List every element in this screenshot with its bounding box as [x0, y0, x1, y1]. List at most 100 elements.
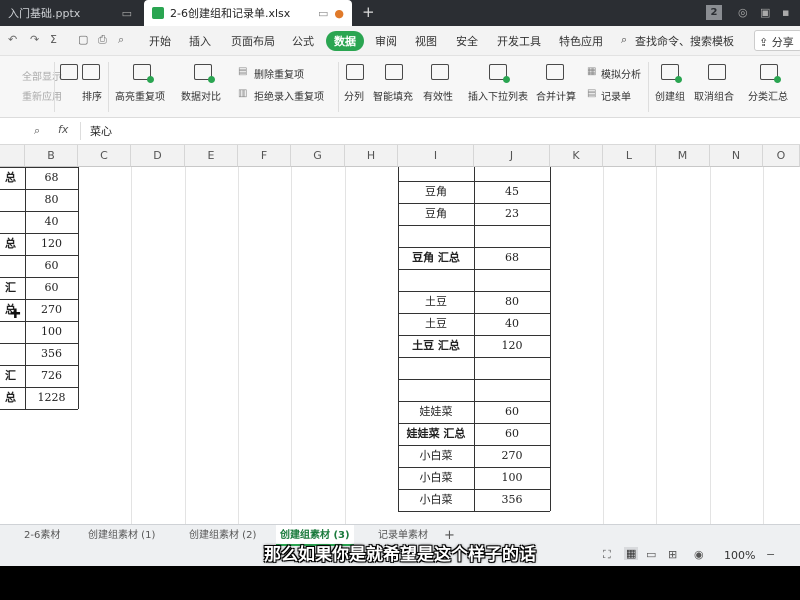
- cell-i[interactable]: 土豆: [398, 313, 474, 335]
- menu-special[interactable]: 特色应用: [559, 33, 603, 49]
- share-button[interactable]: ⇪ 分享: [754, 30, 800, 51]
- spreadsheet-grid[interactable]: B C D E F G H I J K L M N O 总 68 80 40 总 120 6…: [0, 145, 800, 524]
- menu-review[interactable]: 审阅: [375, 33, 397, 49]
- menu-view[interactable]: 视图: [415, 33, 437, 49]
- column-header[interactable]: G: [291, 145, 345, 167]
- menu-security[interactable]: 安全: [456, 33, 478, 49]
- cell-i[interactable]: [398, 357, 474, 379]
- cell-j[interactable]: 68: [474, 247, 550, 269]
- cell-a[interactable]: [0, 211, 16, 233]
- validity-icon[interactable]: [431, 64, 449, 80]
- record-form-button[interactable]: 记录单: [601, 88, 631, 103]
- cell-b[interactable]: 356: [25, 343, 78, 365]
- cell-b[interactable]: 100: [25, 321, 78, 343]
- column-header[interactable]: H: [345, 145, 398, 167]
- ungroup-button[interactable]: 取消组合: [694, 88, 734, 103]
- smart-fill-button[interactable]: 智能填充: [373, 88, 413, 103]
- cell-i[interactable]: 小白菜: [398, 467, 474, 489]
- new-tab-button[interactable]: +: [362, 3, 375, 21]
- consolidate-button[interactable]: 合并计算: [536, 88, 576, 103]
- cell-j[interactable]: 40: [474, 313, 550, 335]
- cell-b[interactable]: 40: [25, 211, 78, 233]
- column-header[interactable]: K: [550, 145, 603, 167]
- cell-j[interactable]: 23: [474, 203, 550, 225]
- menu-dev-tools[interactable]: 开发工具: [497, 33, 541, 49]
- menu-page-layout[interactable]: 页面布局: [231, 33, 275, 49]
- fx-icon[interactable]: fx: [58, 123, 68, 136]
- cell-a[interactable]: 总: [0, 167, 16, 189]
- cell-j[interactable]: 120: [474, 335, 550, 357]
- cell-j[interactable]: 45: [474, 181, 550, 203]
- cell-b[interactable]: 60: [25, 277, 78, 299]
- print-icon[interactable]: ⎙: [98, 33, 107, 47]
- cell-j[interactable]: [474, 159, 550, 181]
- remove-duplicates-button[interactable]: 删除重复项: [254, 66, 304, 81]
- search-icon[interactable]: ⌕: [621, 33, 627, 47]
- cell-b[interactable]: 68: [25, 167, 78, 189]
- cell-j[interactable]: 356: [474, 489, 550, 511]
- column-header-a[interactable]: [0, 145, 25, 167]
- column-header[interactable]: L: [603, 145, 656, 167]
- gift-icon[interactable]: ▣: [760, 6, 770, 19]
- compare-data-button[interactable]: 数据对比: [181, 88, 221, 103]
- window-count-badge[interactable]: 2: [706, 5, 722, 20]
- cell-b[interactable]: 1228: [25, 387, 78, 409]
- consolidate-icon[interactable]: [546, 64, 564, 80]
- highlight-duplicates-button[interactable]: 高亮重复项: [115, 88, 165, 103]
- cell-a[interactable]: [0, 387, 16, 409]
- cell-j[interactable]: [474, 269, 550, 291]
- cell-i[interactable]: 娃娃菜: [398, 401, 474, 423]
- validity-button[interactable]: 有效性: [423, 88, 453, 103]
- undo-icon[interactable]: ↶: [8, 33, 17, 46]
- unsaved-dot-icon[interactable]: ●: [334, 7, 344, 20]
- cell-b[interactable]: 726: [25, 365, 78, 387]
- insert-dropdown-icon[interactable]: [489, 64, 510, 83]
- cell-i[interactable]: [398, 269, 474, 291]
- sort-az-icon[interactable]: [82, 64, 100, 80]
- cell-j[interactable]: 60: [474, 423, 550, 445]
- cell-b[interactable]: 270: [25, 299, 78, 321]
- subtotal-button[interactable]: 分类汇总: [748, 88, 788, 103]
- sort-button[interactable]: 排序: [82, 88, 102, 103]
- cell-a[interactable]: 汇总: [0, 365, 16, 404]
- reject-duplicates-button[interactable]: 拒绝录入重复项: [254, 88, 324, 103]
- doc-tab-xlsx[interactable]: 2-6创建组和记录单.xlsx ▭ ●: [144, 0, 352, 26]
- skin-icon[interactable]: ◎: [738, 6, 748, 19]
- menu-data[interactable]: 数据: [326, 31, 364, 51]
- format-painter-icon[interactable]: ▢: [78, 33, 88, 46]
- cell-i[interactable]: 豆角 汇总: [398, 247, 474, 269]
- cell-b[interactable]: 120: [25, 233, 78, 255]
- cell-i[interactable]: 豆角: [398, 181, 474, 203]
- zoom-formula-icon[interactable]: ⌕: [34, 124, 40, 138]
- cell-j[interactable]: 60: [474, 401, 550, 423]
- column-header[interactable]: N: [710, 145, 763, 167]
- cell-j[interactable]: [474, 379, 550, 401]
- column-header[interactable]: O: [763, 145, 800, 167]
- cell-a[interactable]: 总: [0, 233, 16, 255]
- cell-j[interactable]: 270: [474, 445, 550, 467]
- reapply-button[interactable]: 重新应用: [22, 88, 62, 103]
- cell-b[interactable]: 80: [25, 189, 78, 211]
- cell-i[interactable]: [398, 159, 474, 181]
- subtotal-icon[interactable]: [760, 64, 781, 83]
- cell-i[interactable]: 土豆 汇总: [398, 335, 474, 357]
- monitor-icon[interactable]: ▭: [122, 7, 132, 20]
- cell-i[interactable]: [398, 379, 474, 401]
- menu-formula[interactable]: 公式: [292, 33, 314, 49]
- column-header[interactable]: D: [131, 145, 185, 167]
- cell-i[interactable]: 小白菜: [398, 445, 474, 467]
- cell-j[interactable]: [474, 225, 550, 247]
- cell-i[interactable]: 小白菜: [398, 489, 474, 511]
- what-if-button[interactable]: 模拟分析: [601, 66, 641, 81]
- cell-j[interactable]: [474, 357, 550, 379]
- doc-tab-pptx[interactable]: 入门基础.pptx ▭: [0, 0, 140, 26]
- text-to-columns-icon[interactable]: [346, 64, 364, 80]
- redo-icon[interactable]: ↷: [30, 33, 39, 46]
- minimize-icon[interactable]: ▪: [782, 6, 789, 19]
- cell-b[interactable]: 60: [25, 255, 78, 277]
- compare-data-icon[interactable]: [194, 64, 215, 83]
- cell-a[interactable]: 汇总: [0, 277, 16, 316]
- ungroup-icon[interactable]: [708, 64, 726, 80]
- cell-a[interactable]: [0, 189, 16, 211]
- formula-input[interactable]: 菜心: [90, 123, 790, 139]
